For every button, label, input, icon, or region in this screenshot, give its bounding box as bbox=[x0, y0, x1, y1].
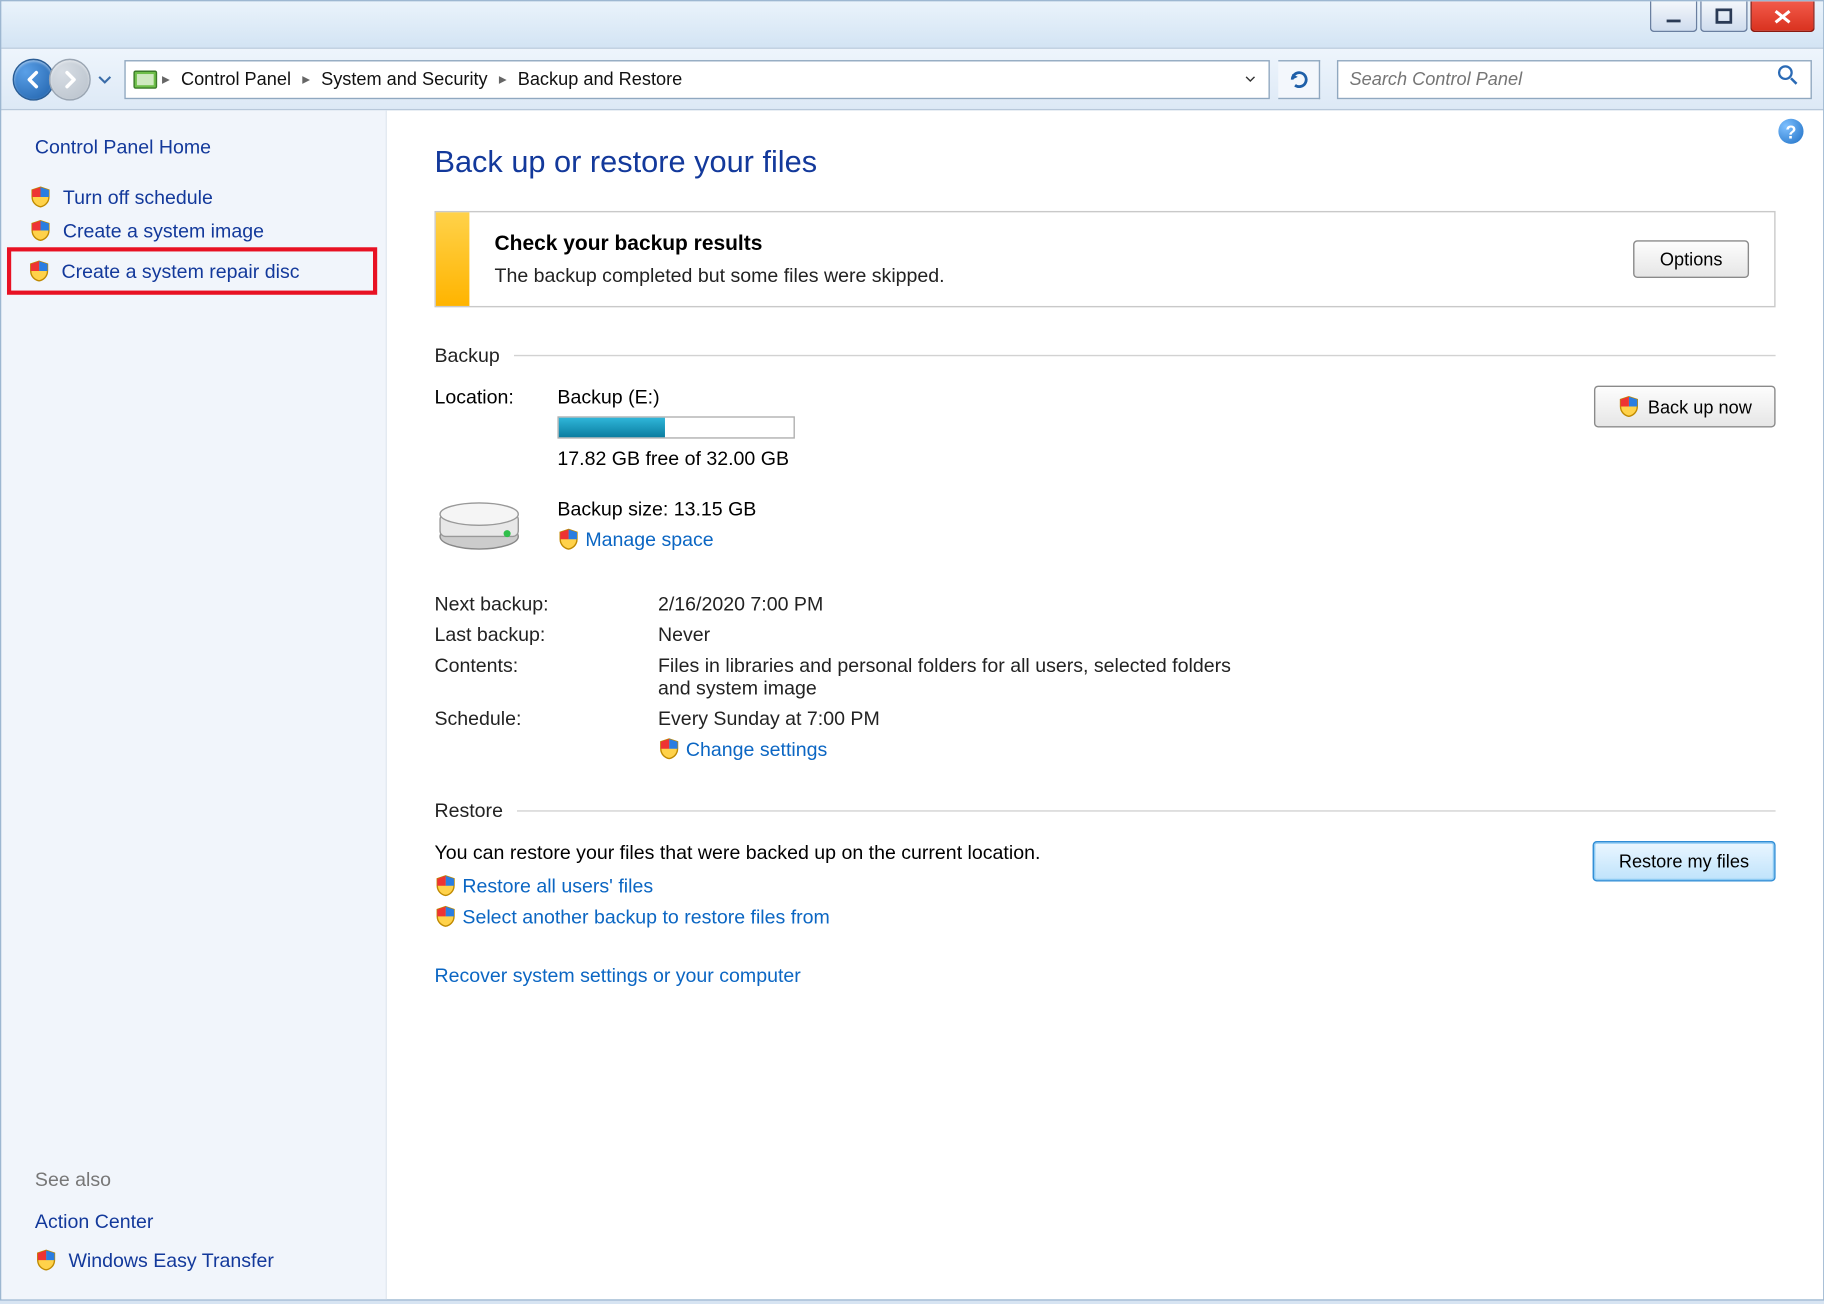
alert-color-bar bbox=[436, 212, 470, 306]
location-label: Location: bbox=[434, 386, 523, 408]
nav-back-forward bbox=[13, 58, 116, 100]
sidebar-link-label: Windows Easy Transfer bbox=[68, 1249, 273, 1271]
restore-all-users-link[interactable]: Restore all users' files bbox=[434, 875, 1496, 897]
breadcrumb-item[interactable]: Control Panel bbox=[173, 61, 300, 97]
sidebar-link-windows-easy-transfer[interactable]: Windows Easy Transfer bbox=[1, 1241, 385, 1280]
alert-text: The backup completed but some files were… bbox=[495, 264, 1609, 286]
free-space-text: 17.82 GB free of 32.00 GB bbox=[557, 447, 794, 469]
link-label: Recover system settings or your computer bbox=[434, 964, 800, 986]
shield-icon bbox=[434, 905, 456, 927]
restore-my-files-button[interactable]: Restore my files bbox=[1592, 841, 1775, 882]
sidebar-link-label: Create a system repair disc bbox=[61, 260, 299, 282]
sidebar-link-create-system-image[interactable]: Create a system image bbox=[1, 214, 385, 248]
minimize-button[interactable] bbox=[1650, 1, 1697, 32]
address-bar[interactable]: ▸ Control Panel ▸ System and Security ▸ … bbox=[124, 59, 1270, 98]
shield-icon bbox=[658, 738, 680, 760]
sidebar-link-turn-off-schedule[interactable]: Turn off schedule bbox=[1, 180, 385, 214]
address-dropdown[interactable] bbox=[1238, 75, 1263, 82]
next-backup-label: Next backup: bbox=[434, 592, 644, 614]
link-label: Select another backup to restore files f… bbox=[462, 905, 829, 927]
last-backup-label: Last backup: bbox=[434, 623, 644, 645]
contents-label: Contents: bbox=[434, 654, 644, 699]
restore-section: Restore You can restore your files that … bbox=[434, 799, 1775, 986]
breadcrumb-item[interactable]: System and Security bbox=[313, 61, 496, 97]
shield-icon bbox=[35, 1249, 57, 1271]
section-legend: Restore bbox=[434, 799, 516, 821]
refresh-button[interactable] bbox=[1278, 59, 1320, 98]
shield-icon bbox=[557, 528, 579, 550]
sidebar-link-label: Turn off schedule bbox=[63, 186, 213, 208]
hard-drive-icon bbox=[434, 486, 523, 553]
shield-icon bbox=[29, 219, 51, 241]
shield-icon bbox=[434, 875, 456, 897]
backup-size-text: Backup size: 13.15 GB bbox=[557, 497, 794, 519]
last-backup-value: Never bbox=[658, 623, 1245, 645]
section-legend: Backup bbox=[434, 344, 513, 366]
back-up-now-button[interactable]: Back up now bbox=[1593, 386, 1775, 428]
alert-banner: Check your backup results The backup com… bbox=[434, 211, 1775, 307]
content-area: Control Panel Home Turn off schedule Cre… bbox=[1, 110, 1823, 1299]
restore-description: You can restore your files that were bac… bbox=[434, 841, 1496, 863]
sidebar-link-action-center[interactable]: Action Center bbox=[1, 1201, 385, 1240]
close-button[interactable] bbox=[1750, 1, 1814, 32]
select-another-backup-link[interactable]: Select another backup to restore files f… bbox=[434, 905, 1496, 927]
change-settings-link[interactable]: Change settings bbox=[658, 738, 1245, 760]
titlebar bbox=[1, 1, 1823, 48]
shield-icon bbox=[29, 186, 51, 208]
page-title: Back up or restore your files bbox=[434, 144, 1775, 180]
sidebar-link-label: Create a system image bbox=[63, 219, 264, 241]
main-panel: ? Back up or restore your files Check yo… bbox=[387, 110, 1823, 1299]
next-backup-value: 2/16/2020 7:00 PM bbox=[658, 592, 1245, 614]
link-label: Manage space bbox=[585, 528, 713, 550]
schedule-value: Every Sunday at 7:00 PM bbox=[658, 707, 1245, 729]
control-panel-icon bbox=[131, 65, 159, 93]
breadcrumb-item[interactable]: Backup and Restore bbox=[509, 61, 690, 97]
alert-title: Check your backup results bbox=[495, 232, 1609, 256]
chevron-right-icon: ▸ bbox=[302, 70, 310, 88]
window-controls bbox=[1647, 1, 1815, 32]
options-button[interactable]: Options bbox=[1633, 240, 1749, 278]
alert-body: Check your backup results The backup com… bbox=[469, 212, 1633, 306]
drive-name: Backup (E:) bbox=[557, 386, 794, 408]
backup-section: Backup Location: bbox=[434, 344, 1775, 760]
sidebar-link-create-system-repair-disc[interactable]: Create a system repair disc bbox=[7, 247, 377, 294]
window: ▸ Control Panel ▸ System and Security ▸ … bbox=[0, 0, 1824, 1301]
forward-button[interactable] bbox=[49, 58, 91, 100]
chevron-right-icon: ▸ bbox=[499, 70, 507, 88]
sidebar: Control Panel Home Turn off schedule Cre… bbox=[1, 110, 387, 1299]
navigation-bar: ▸ Control Panel ▸ System and Security ▸ … bbox=[1, 49, 1823, 110]
disk-usage-bar bbox=[557, 416, 794, 438]
schedule-label: Schedule: bbox=[434, 707, 644, 760]
link-label: Restore all users' files bbox=[462, 875, 653, 897]
link-label: Change settings bbox=[686, 738, 827, 760]
see-also-heading: See also bbox=[1, 1157, 385, 1202]
help-icon[interactable]: ? bbox=[1778, 119, 1803, 144]
maximize-button[interactable] bbox=[1700, 1, 1747, 32]
sidebar-title[interactable]: Control Panel Home bbox=[1, 136, 385, 181]
shield-icon bbox=[1617, 395, 1639, 417]
search-icon[interactable] bbox=[1777, 64, 1799, 93]
search-input[interactable] bbox=[1350, 68, 1777, 89]
search-box[interactable] bbox=[1337, 59, 1812, 98]
manage-space-link[interactable]: Manage space bbox=[557, 528, 794, 550]
recover-system-link[interactable]: Recover system settings or your computer bbox=[434, 964, 1496, 986]
button-label: Back up now bbox=[1648, 396, 1752, 417]
shield-icon bbox=[28, 260, 50, 282]
chevron-right-icon: ▸ bbox=[162, 70, 170, 88]
contents-value: Files in libraries and personal folders … bbox=[658, 654, 1245, 699]
history-dropdown[interactable] bbox=[94, 71, 116, 88]
